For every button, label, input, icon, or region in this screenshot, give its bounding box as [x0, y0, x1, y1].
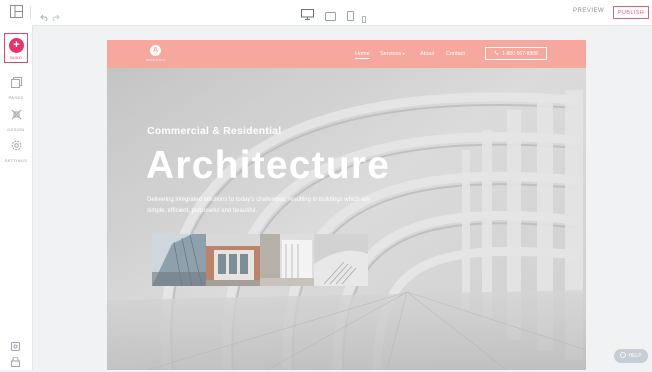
left-sidebar: + BUILD PAGES DESIGN SETTINGS — [0, 25, 33, 370]
lock-icon[interactable] — [11, 354, 20, 372]
sidebar-item-settings[interactable]: SETTINGS — [0, 138, 32, 163]
undo-icon[interactable] — [40, 8, 48, 26]
sidebar-item-label: BUILD — [10, 55, 22, 60]
site-logo[interactable]: A — [150, 45, 161, 56]
thumbnail-image[interactable] — [206, 234, 260, 286]
sidebar-item-design[interactable]: DESIGN — [0, 107, 32, 132]
design-icon — [11, 107, 22, 124]
mobile-icon[interactable] — [362, 10, 367, 28]
tablet-landscape-icon[interactable] — [325, 8, 336, 26]
publish-button[interactable]: PUBLISH — [613, 6, 649, 19]
phone-icon — [494, 50, 499, 57]
thumbnail-image[interactable] — [260, 234, 314, 286]
chevron-down-icon: ▾ — [402, 51, 405, 56]
redo-icon[interactable] — [52, 8, 60, 26]
site-logo-text: ARCHITECT — [146, 58, 166, 62]
sidebar-item-label: PAGES — [8, 95, 24, 100]
plus-icon: + — [9, 38, 24, 53]
preview-button[interactable]: PREVIEW — [573, 8, 604, 14]
phone-button[interactable]: 1-800-567-8909 — [485, 47, 547, 60]
nav-about[interactable]: About — [420, 51, 434, 57]
hero-kicker: Commercial & Residential — [147, 125, 282, 137]
desktop-icon[interactable] — [301, 7, 314, 25]
nav-services-label: Services — [380, 51, 402, 57]
pages-icon — [10, 75, 22, 92]
tablet-portrait-icon[interactable] — [347, 8, 354, 26]
hero-title: Architecture — [146, 144, 391, 187]
layout-panel-icon[interactable] — [10, 5, 23, 23]
help-label: HELP — [628, 353, 642, 359]
sidebar-item-pages[interactable]: PAGES — [0, 75, 32, 100]
thumbnail-strip — [152, 234, 368, 286]
sidebar-item-label: DESIGN — [7, 127, 25, 132]
thumbnail-image[interactable] — [152, 234, 206, 286]
nav-home[interactable]: Home — [355, 51, 370, 59]
phone-number: 1-800-567-8909 — [502, 50, 538, 57]
nav-services[interactable]: Services ▾ — [380, 51, 405, 57]
help-button[interactable]: HELP — [614, 349, 648, 363]
page-canvas[interactable]: A ARCHITECT Home Services ▾ About Contac… — [107, 40, 586, 370]
thumbnail-image[interactable] — [314, 234, 368, 286]
nav-contact[interactable]: Contact — [446, 51, 465, 57]
top-toolbar: PREVIEW PUBLISH — [0, 0, 652, 26]
toolbar-divider — [30, 6, 31, 19]
sidebar-item-build[interactable]: + BUILD — [4, 33, 28, 63]
chat-icon — [620, 352, 627, 360]
gear-icon — [11, 138, 22, 155]
hero-subtitle: Delivering integrated solutions to today… — [147, 197, 370, 214]
sidebar-item-label: SETTINGS — [4, 158, 28, 163]
site-header[interactable]: A ARCHITECT Home Services ▾ About Contac… — [107, 40, 586, 68]
